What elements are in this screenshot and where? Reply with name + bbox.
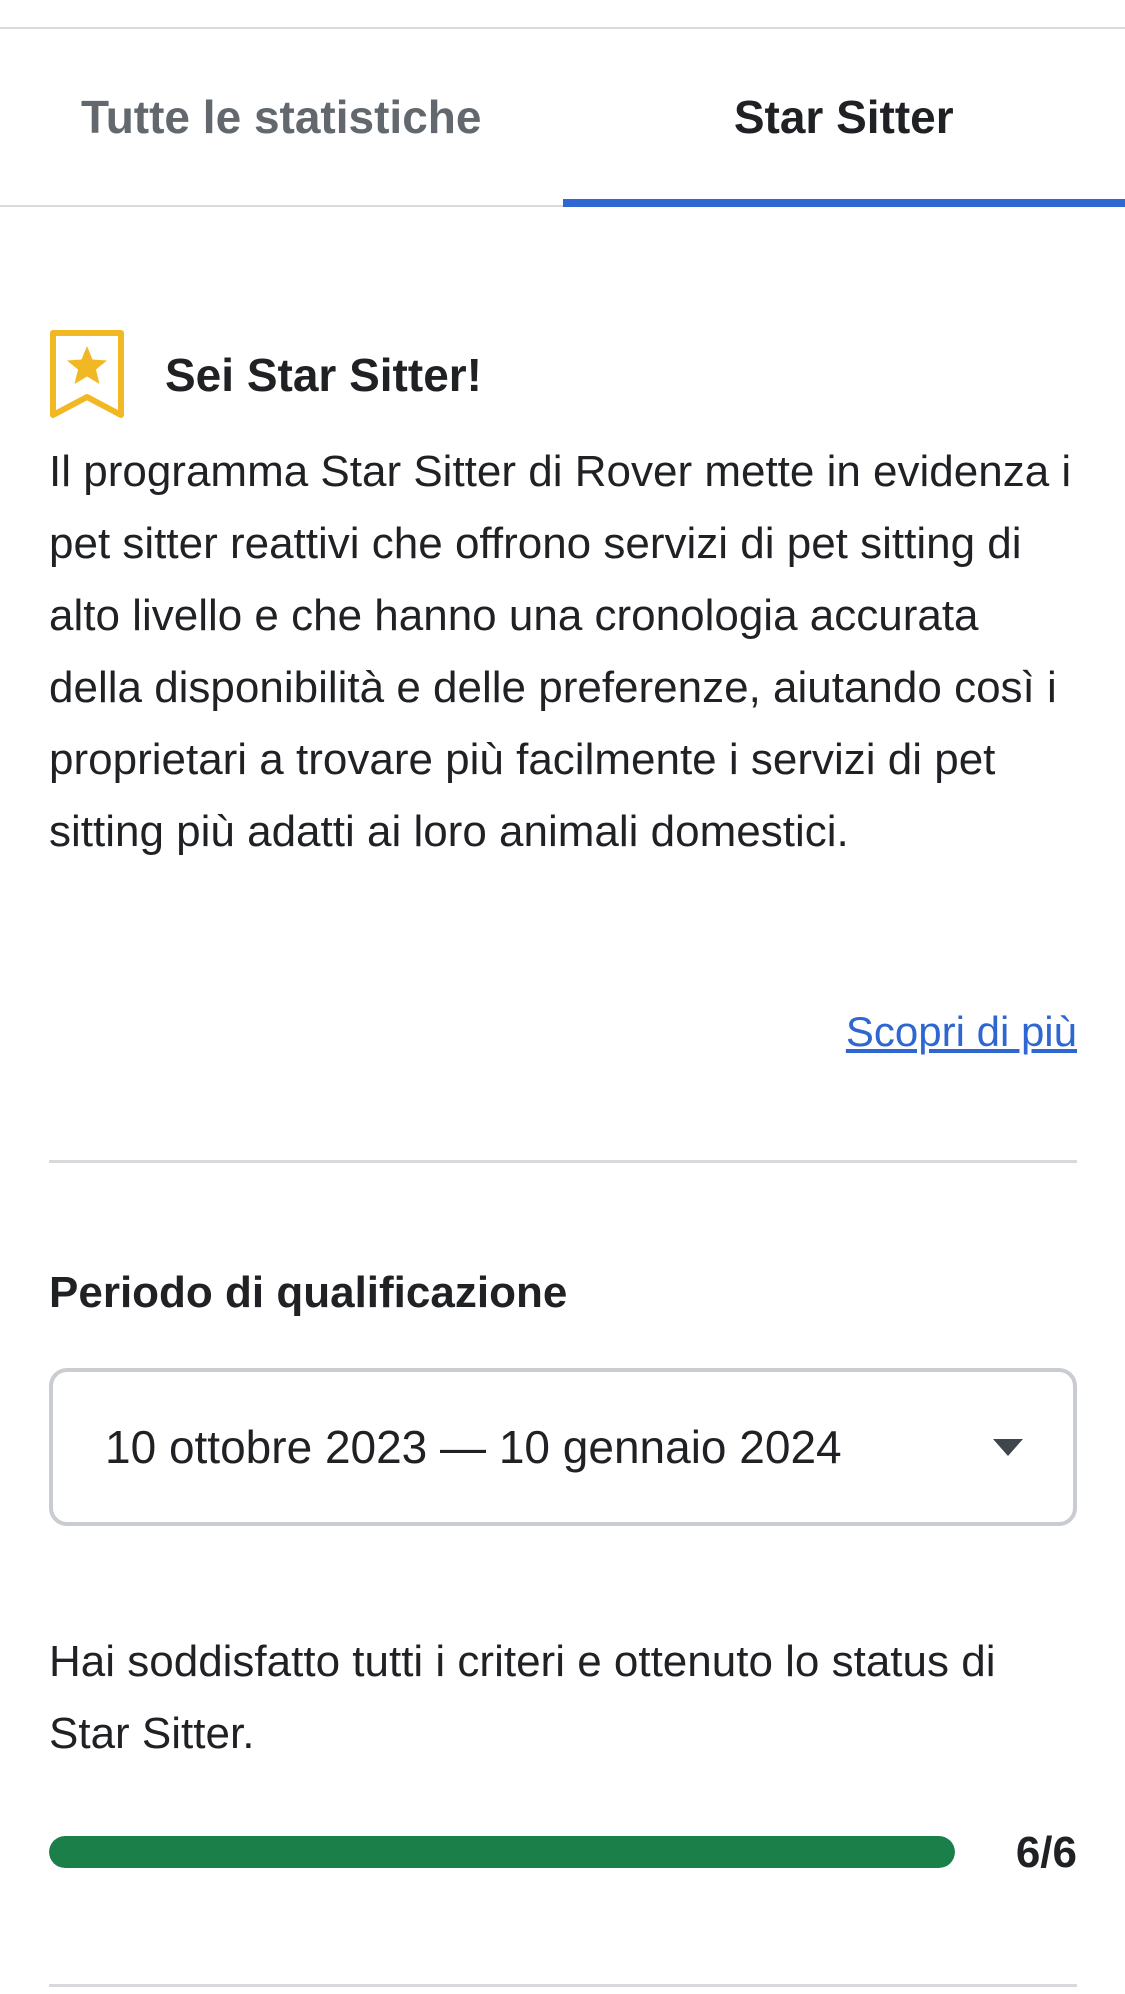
section-divider [49,1160,1077,1163]
star-sitter-banner: Sei Star Sitter! Il programma Star Sitte… [49,328,1077,868]
selected-period-value: 10 ottobre 2023 — 10 gennaio 2024 [105,1421,842,1473]
qualification-period-label: Periodo di qualificazione [49,1268,568,1317]
banner-header: Sei Star Sitter! [49,328,1077,422]
qualification-period-select[interactable]: 10 ottobre 2023 — 10 gennaio 2024 [49,1368,1077,1526]
tab-star-sitter[interactable]: Star Sitter [562,29,1125,207]
progress-fill [49,1836,955,1868]
chevron-down-icon [993,1439,1023,1456]
criteria-progress-bar [49,1836,955,1868]
bottom-divider [49,1984,1077,1987]
banner-description: Il programma Star Sitter di Rover mette … [49,447,1072,856]
banner-title: Sei Star Sitter! [165,349,482,401]
status-message: Hai soddisfatto tutti i criteri e ottenu… [49,1637,996,1758]
tab-all-stats[interactable]: Tutte le statistiche [0,29,563,205]
criteria-count: 6/6 [1015,1828,1077,1877]
star-badge-icon [50,330,124,418]
learn-more-link[interactable]: Scopri di più [846,1008,1077,1056]
tab-bar: Tutte le statistiche Star Sitter [0,29,1125,207]
